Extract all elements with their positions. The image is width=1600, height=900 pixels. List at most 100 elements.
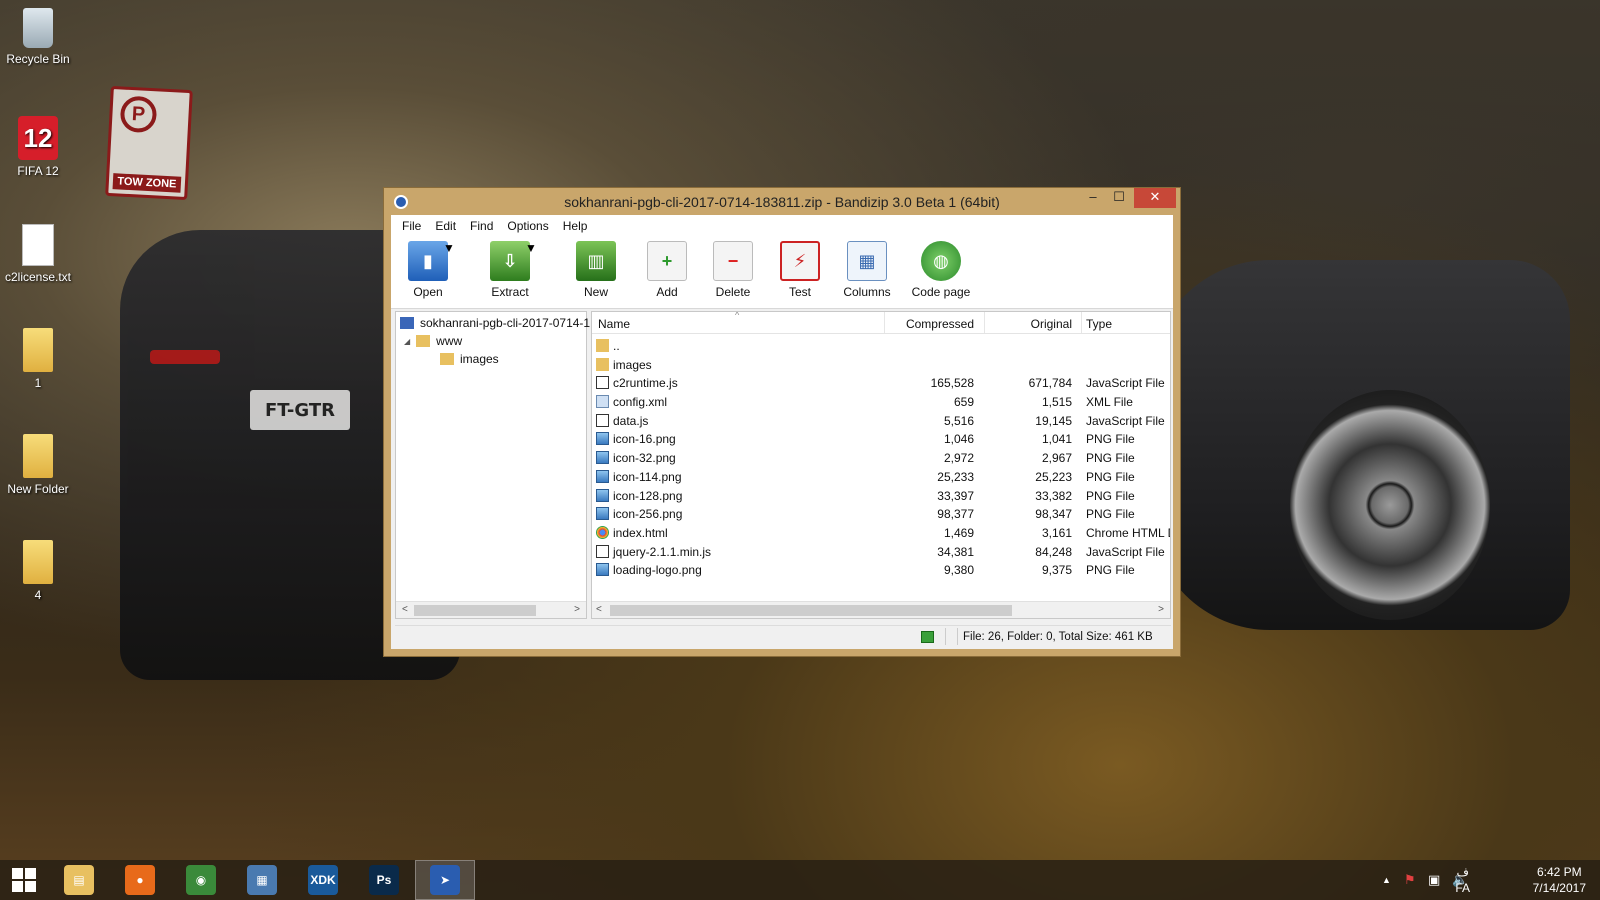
desktop-icon-folder-1[interactable]: 1 bbox=[0, 328, 76, 390]
desktop-icon-label: New Folder bbox=[7, 482, 69, 496]
photoshop-icon: Ps bbox=[369, 865, 399, 895]
tree-item-images[interactable]: images bbox=[440, 350, 499, 368]
minimize-button[interactable]: – bbox=[1080, 188, 1106, 208]
toolbar-label: Columns bbox=[843, 285, 891, 299]
tree-item-www[interactable]: ◢ www bbox=[404, 332, 462, 350]
file-row[interactable]: icon-16.png 1,046 1,041 PNG File bbox=[592, 429, 1170, 448]
toolbar-label: Delete bbox=[715, 285, 751, 299]
list-horizontal-scrollbar[interactable]: < > bbox=[592, 601, 1170, 618]
column-divider[interactable] bbox=[884, 312, 885, 333]
file-type: PNG File bbox=[1086, 563, 1135, 578]
scroll-thumb[interactable] bbox=[610, 605, 1012, 616]
menu-find[interactable]: Find bbox=[463, 219, 500, 233]
file-type: JavaScript File bbox=[1086, 544, 1165, 559]
text-file-icon bbox=[22, 224, 54, 266]
scroll-right-arrow[interactable]: > bbox=[574, 604, 580, 615]
status-divider bbox=[945, 628, 946, 645]
desktop-icon-fifa[interactable]: 12 FIFA 12 bbox=[0, 116, 76, 178]
extract-dropdown-arrow[interactable]: ▼ bbox=[525, 241, 537, 255]
tree-item-archive[interactable]: sokhanrani-pgb-cli-2017-0714-1 bbox=[400, 314, 590, 332]
column-divider[interactable] bbox=[984, 312, 985, 333]
file-row[interactable]: icon-128.png 33,397 33,382 PNG File bbox=[592, 486, 1170, 505]
file-row[interactable]: loading-logo.png 9,380 9,375 PNG File bbox=[592, 560, 1170, 579]
file-name: images bbox=[613, 357, 652, 372]
network-icon[interactable]: ▣ bbox=[1428, 872, 1440, 888]
status-text: File: 26, Folder: 0, Total Size: 461 KB bbox=[963, 631, 1153, 643]
taskbar-bandizip-button[interactable]: ➤ bbox=[415, 860, 475, 900]
taskbar-firefox-button[interactable]: ● bbox=[110, 860, 170, 900]
file-row[interactable]: data.js 5,516 19,145 JavaScript File bbox=[592, 411, 1170, 430]
test-button[interactable]: ⚡ Test bbox=[770, 241, 830, 299]
file-row[interactable]: config.xml 659 1,515 XML File bbox=[592, 392, 1170, 411]
window-title: sokhanrani-pgb-cli-2017-0714-183811.zip … bbox=[564, 194, 1000, 210]
file-row[interactable]: icon-114.png 25,233 25,223 PNG File bbox=[592, 467, 1170, 486]
file-original-size: 84,248 bbox=[1035, 544, 1072, 559]
file-original-size: 25,223 bbox=[1035, 469, 1072, 484]
maximize-button[interactable]: ☐ bbox=[1106, 188, 1132, 208]
language-code: FA bbox=[1455, 881, 1470, 895]
file-row[interactable]: .. bbox=[592, 336, 1170, 355]
menu-file[interactable]: File bbox=[395, 219, 428, 233]
taskbar-file-explorer-button[interactable]: ▤ bbox=[49, 860, 109, 900]
file-name: index.html bbox=[613, 525, 668, 540]
column-header-compressed[interactable]: Compressed bbox=[906, 317, 974, 331]
clock[interactable]: 6:42 PM 7/14/2017 bbox=[1533, 864, 1586, 896]
file-compressed-size: 33,397 bbox=[937, 488, 974, 503]
file-name: icon-16.png bbox=[613, 432, 676, 447]
tree-expander-icon[interactable]: ◢ bbox=[404, 337, 410, 346]
columns-button[interactable]: ▦ Columns bbox=[837, 241, 897, 299]
column-header-name[interactable]: Name bbox=[598, 317, 630, 331]
column-header-original[interactable]: Original bbox=[1031, 317, 1072, 331]
new-archive-button[interactable]: ▥ New bbox=[566, 241, 626, 299]
title-bar[interactable]: sokhanrani-pgb-cli-2017-0714-183811.zip … bbox=[384, 188, 1180, 215]
file-row[interactable]: jquery-2.1.1.min.js 34,381 84,248 JavaScrip… bbox=[592, 542, 1170, 561]
file-original-size: 33,382 bbox=[1035, 488, 1072, 503]
folder-icon bbox=[23, 328, 53, 372]
file-row[interactable]: images bbox=[592, 355, 1170, 374]
column-header-type[interactable]: Type bbox=[1086, 317, 1112, 331]
start-button[interactable] bbox=[0, 860, 48, 900]
file-name: jquery-2.1.1.min.js bbox=[613, 544, 712, 559]
tree-horizontal-scrollbar[interactable]: < > bbox=[396, 601, 586, 618]
scroll-thumb[interactable] bbox=[414, 605, 536, 616]
file-row[interactable]: index.html 1,469 3,161 Chrome HTML D bbox=[592, 523, 1170, 542]
column-divider[interactable] bbox=[1081, 312, 1082, 333]
taskbar-chrome-button[interactable]: ◉ bbox=[171, 860, 231, 900]
desktop-icon-recycle-bin[interactable]: Recycle Bin bbox=[0, 8, 76, 66]
file-row[interactable]: c2runtime.js 165,528 671,784 JavaScript Fil… bbox=[592, 373, 1170, 392]
close-button[interactable]: ✕ bbox=[1134, 188, 1176, 208]
desktop-icon-label: FIFA 12 bbox=[17, 164, 59, 178]
scroll-right-arrow[interactable]: > bbox=[1158, 604, 1164, 615]
desktop-icon-label: 4 bbox=[34, 588, 42, 602]
menu-edit[interactable]: Edit bbox=[428, 219, 463, 233]
intel-xdk-icon: XDK bbox=[308, 865, 338, 895]
scroll-left-arrow[interactable]: < bbox=[402, 604, 408, 615]
action-center-flag-icon[interactable]: ⚑ bbox=[1404, 872, 1416, 888]
open-dropdown-arrow[interactable]: ▼ bbox=[443, 241, 455, 255]
file-name: c2runtime.js bbox=[613, 376, 678, 391]
new-archive-icon: ▥ bbox=[576, 241, 616, 281]
scroll-left-arrow[interactable]: < bbox=[596, 604, 602, 615]
delete-button[interactable]: − Delete bbox=[703, 241, 763, 299]
desktop-icon-new-folder[interactable]: New Folder bbox=[0, 434, 76, 496]
file-name: icon-32.png bbox=[613, 451, 676, 466]
file-name: icon-114.png bbox=[613, 469, 682, 484]
add-button[interactable]: + Add bbox=[637, 241, 697, 299]
file-name: icon-256.png bbox=[613, 507, 683, 522]
show-hidden-icons-arrow[interactable]: ▲ bbox=[1382, 875, 1391, 885]
menu-help[interactable]: Help bbox=[556, 219, 595, 233]
taskbar-photoshop-button[interactable]: Ps bbox=[354, 860, 414, 900]
file-row[interactable]: icon-256.png 98,377 98,347 PNG File bbox=[592, 504, 1170, 523]
desktop-icon-folder-4[interactable]: 4 bbox=[0, 540, 76, 602]
taskbar-control-panel-button[interactable]: ▦ bbox=[232, 860, 292, 900]
taskbar-intel-xdk-button[interactable]: XDK bbox=[293, 860, 353, 900]
zip-archive-icon bbox=[400, 317, 414, 329]
folder-icon bbox=[440, 353, 454, 365]
code-page-button[interactable]: ◍ Code page bbox=[906, 241, 976, 299]
file-row[interactable]: icon-32.png 2,972 2,967 PNG File bbox=[592, 448, 1170, 467]
archive-status-icon bbox=[921, 631, 934, 643]
desktop-icon-c2license[interactable]: c2license.txt bbox=[0, 224, 76, 284]
png-file-icon bbox=[596, 469, 609, 483]
language-indicator[interactable]: ف FA bbox=[1455, 864, 1470, 896]
menu-options[interactable]: Options bbox=[500, 219, 555, 233]
